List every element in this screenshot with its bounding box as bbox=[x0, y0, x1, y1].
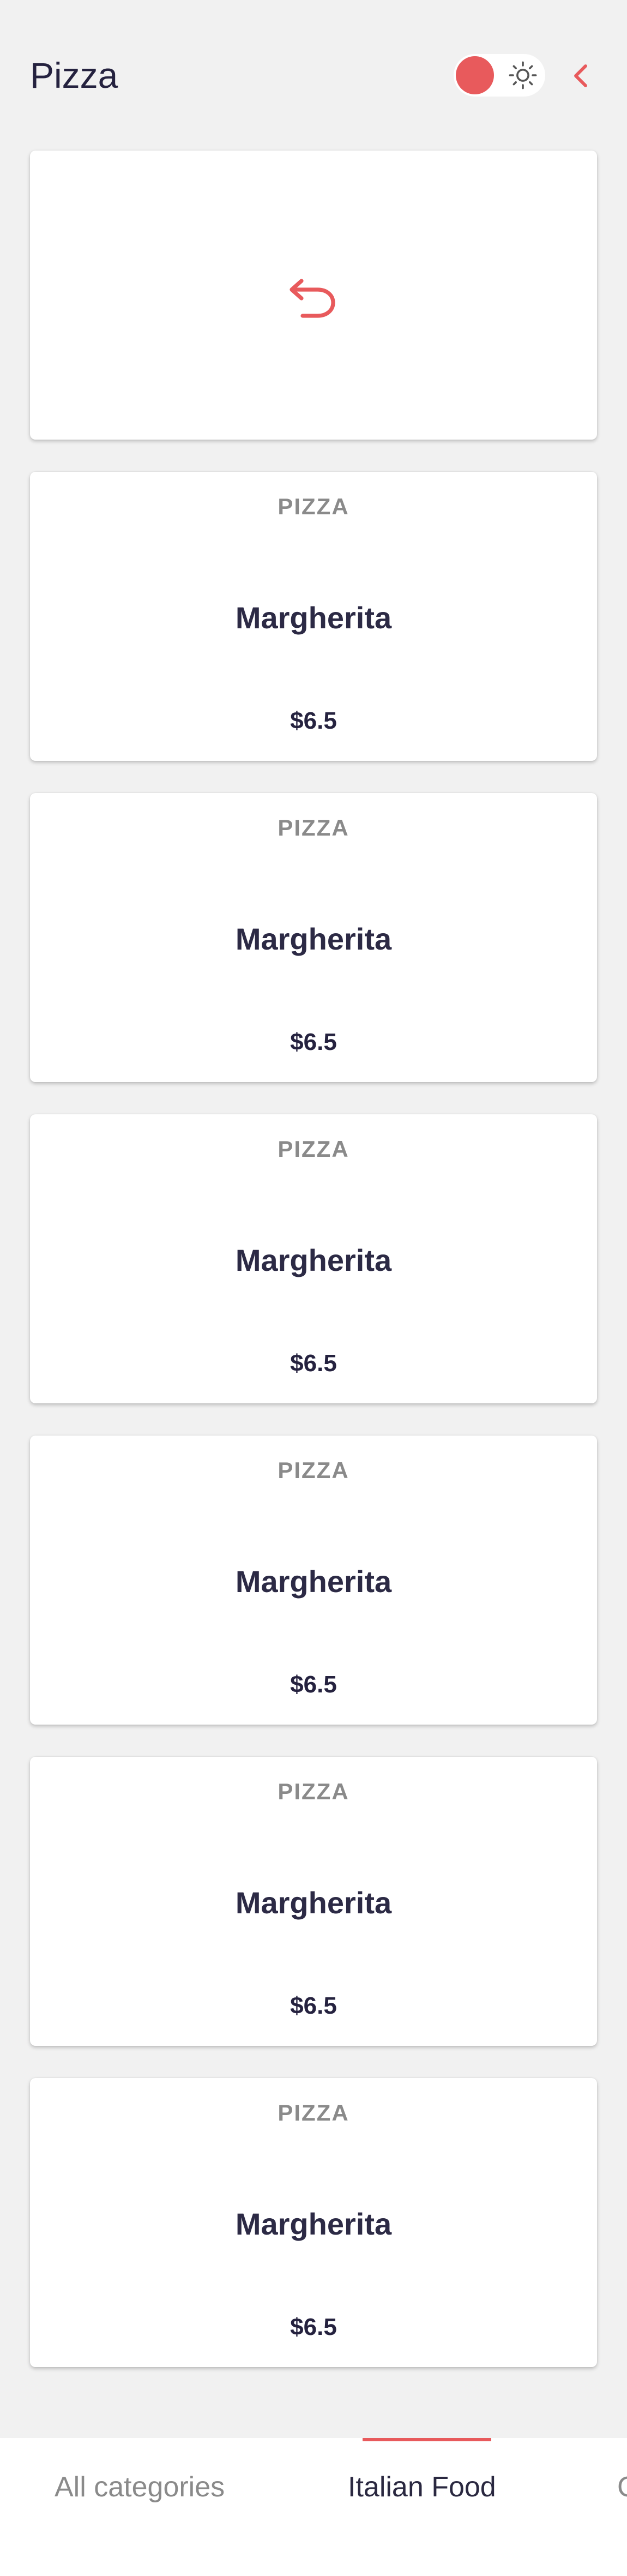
product-name: Margherita bbox=[235, 1886, 392, 1920]
product-name: Margherita bbox=[235, 922, 392, 956]
product-name: Margherita bbox=[235, 1564, 392, 1599]
product-category: PIZZA bbox=[278, 494, 349, 519]
product-category: PIZZA bbox=[278, 2100, 349, 2125]
toggle-knob bbox=[456, 56, 494, 94]
product-price: $6.5 bbox=[290, 707, 337, 734]
header: Pizza bbox=[0, 0, 627, 151]
product-category: PIZZA bbox=[278, 1136, 349, 1162]
product-card[interactable]: PIZZA Margherita $6.5 bbox=[30, 2078, 597, 2367]
undo-icon bbox=[290, 279, 335, 318]
product-card[interactable]: PIZZA Margherita $6.5 bbox=[30, 793, 597, 1082]
product-card[interactable]: PIZZA Margherita $6.5 bbox=[30, 1757, 597, 2046]
pizza-screen: Pizza PIZZA Margherita $6.5 PIZZA Marghe… bbox=[0, 0, 627, 2576]
product-card[interactable]: PIZZA Margherita $6.5 bbox=[30, 1114, 597, 1403]
product-category: PIZZA bbox=[278, 1457, 349, 1483]
sun-icon bbox=[509, 61, 537, 89]
tab-all-categories[interactable]: All categories bbox=[55, 2471, 225, 2503]
product-price: $6.5 bbox=[290, 1671, 337, 1698]
reload-card[interactable] bbox=[30, 151, 597, 440]
category-tabbar: All categories Italian Food C bbox=[0, 2438, 627, 2576]
product-name: Margherita bbox=[235, 1243, 392, 1277]
product-price: $6.5 bbox=[290, 1992, 337, 2019]
tab-italian-food[interactable]: Italian Food bbox=[348, 2471, 496, 2503]
product-category: PIZZA bbox=[278, 815, 349, 840]
product-price: $6.5 bbox=[290, 1350, 337, 1377]
product-category: PIZZA bbox=[278, 1779, 349, 1804]
product-name: Margherita bbox=[235, 2207, 392, 2241]
product-price: $6.5 bbox=[290, 1029, 337, 1055]
product-name: Margherita bbox=[235, 601, 392, 635]
active-tab-indicator bbox=[363, 2438, 491, 2441]
chevron-left-icon[interactable] bbox=[567, 61, 594, 91]
page-title: Pizza bbox=[30, 55, 118, 95]
tab-next-category[interactable]: C bbox=[617, 2471, 627, 2503]
theme-toggle[interactable] bbox=[454, 54, 545, 97]
product-card[interactable]: PIZZA Margherita $6.5 bbox=[30, 472, 597, 761]
product-price: $6.5 bbox=[290, 2314, 337, 2340]
product-card[interactable]: PIZZA Margherita $6.5 bbox=[30, 1436, 597, 1725]
